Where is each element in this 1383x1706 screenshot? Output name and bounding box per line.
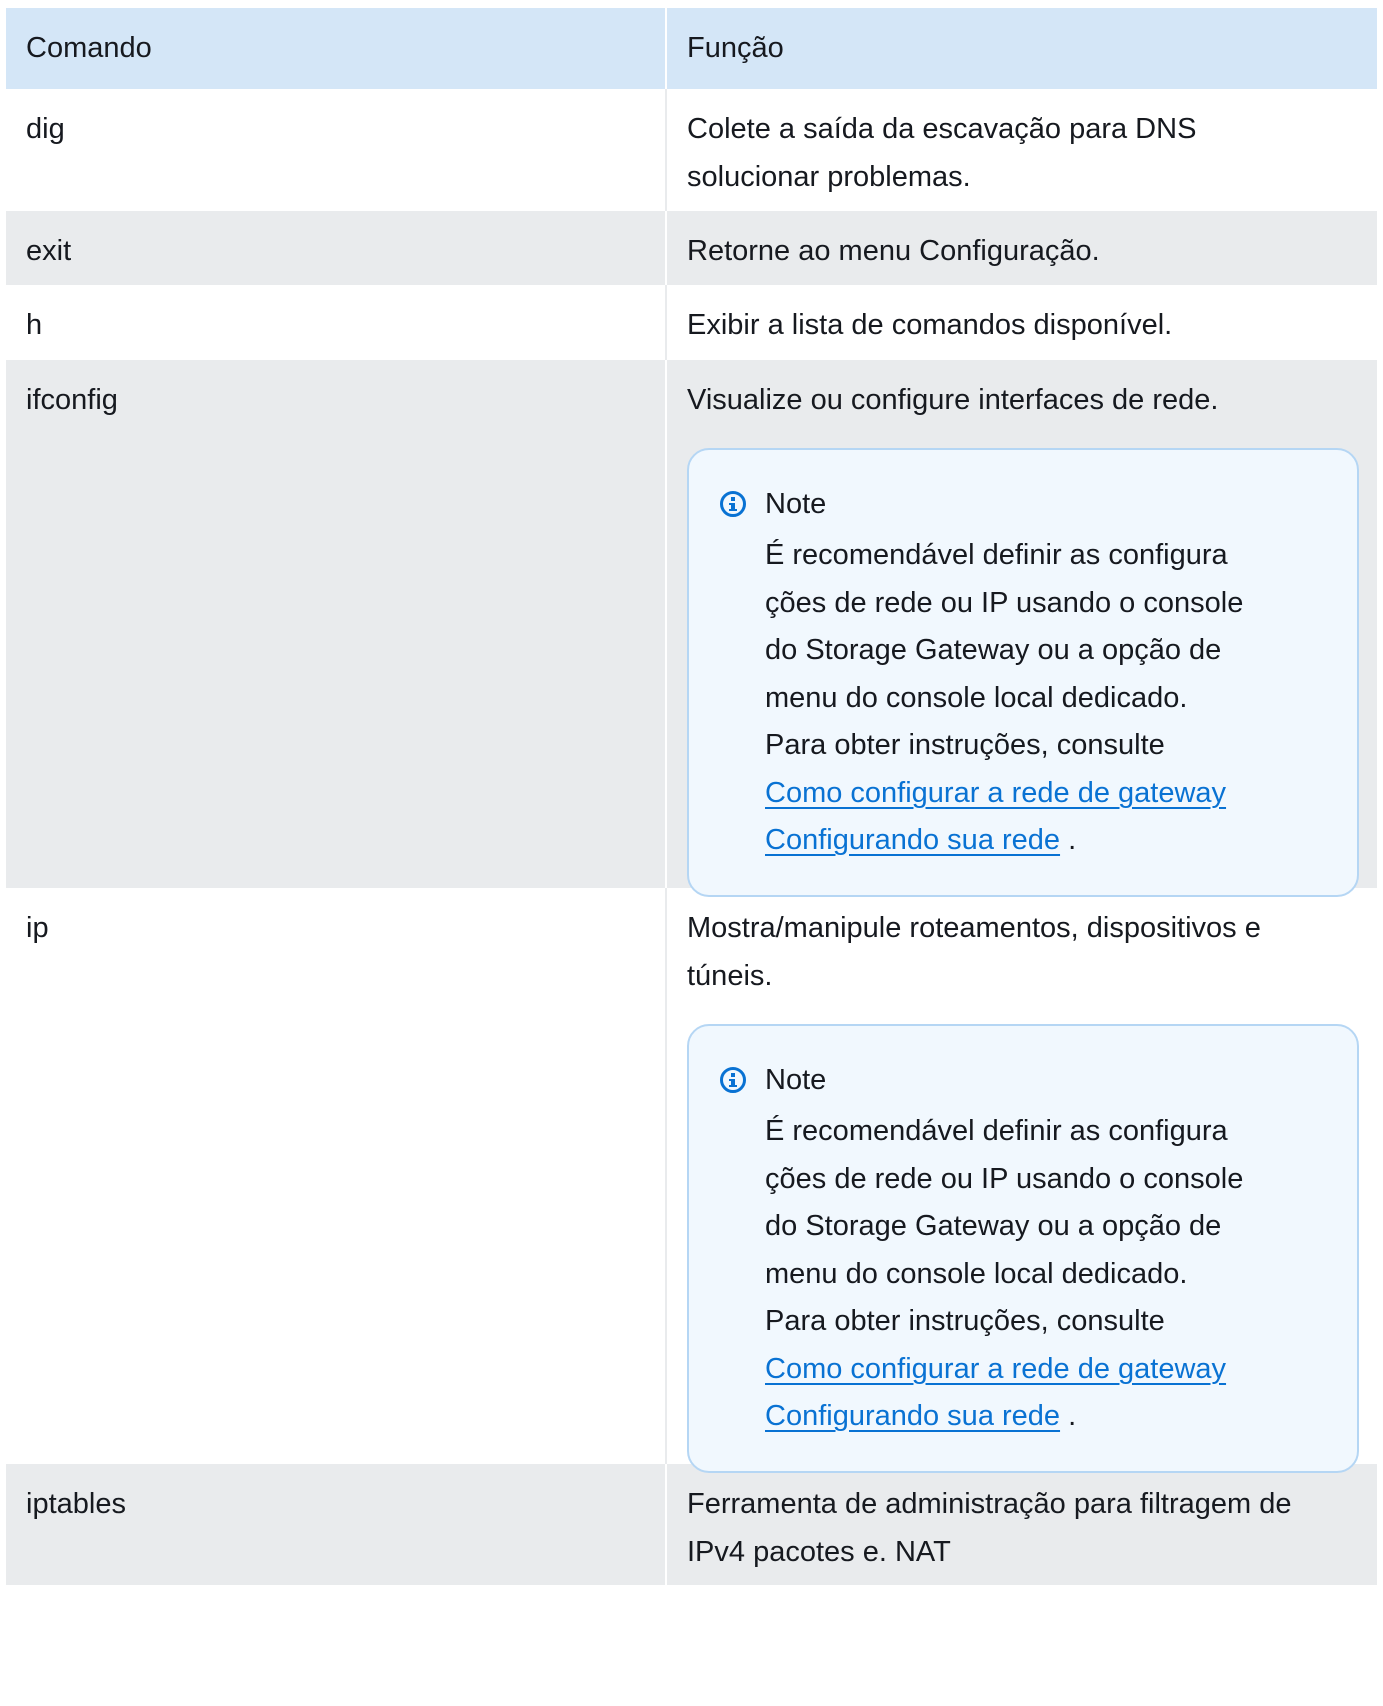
- table-row: ifconfig Visualize ou configure interface…: [6, 360, 1377, 897]
- command-cell: exit: [6, 211, 665, 285]
- function-cell: Exibir a lista de comandos disponível.: [665, 285, 1377, 360]
- configure-network-link[interactable]: Configurando sua rede: [765, 824, 1060, 856]
- note-body: É recomendável definir as configura ções …: [765, 532, 1329, 865]
- note-text-line: menu do console local dedicado.: [765, 1257, 1188, 1290]
- note-body: É recomendável definir as configura ções …: [765, 1108, 1329, 1441]
- note-link-line: Como configurar a rede de gateway: [765, 770, 1329, 818]
- function-text-line: túneis.: [687, 960, 773, 992]
- table-row: h Exibir a lista de comandos disponível.: [6, 285, 1377, 360]
- command-cell: iptables: [6, 1464, 665, 1585]
- function-cell: Ferramenta de administração para filtrag…: [665, 1464, 1377, 1585]
- note-text-line: do Storage Gateway ou a opção de: [765, 634, 1222, 666]
- gateway-network-link[interactable]: Como configurar a rede de gateway: [765, 1353, 1226, 1385]
- function-text-line: Visualize ou configure interfaces de red…: [687, 384, 1219, 416]
- function-text-line: Retorne ao menu Configuração.: [687, 235, 1100, 267]
- configure-network-link[interactable]: Configurando sua rede: [765, 1400, 1060, 1432]
- note-text-line: do Storage Gateway ou a opção de: [765, 1210, 1222, 1242]
- note-header: Note: [719, 482, 1329, 526]
- command-cell: dig: [6, 89, 665, 211]
- table-header-row: Comando Função: [6, 8, 1377, 89]
- note-title: Note: [765, 1064, 827, 1096]
- function-text-line: Exibir a lista de comandos disponível.: [687, 309, 1173, 341]
- column-header-command: Comando: [6, 8, 665, 89]
- commands-table: Comando Função dig Colete a saída da esca…: [6, 8, 1377, 1585]
- function-text-line: Ferramenta de administração para filtrag…: [687, 1488, 1292, 1520]
- gateway-network-link[interactable]: Como configurar a rede de gateway: [765, 777, 1226, 809]
- table-row: ip Mostra/manipule roteamentos, dispositi…: [6, 888, 1377, 1473]
- table-row: dig Colete a saída da escavação para DNS s…: [6, 89, 1377, 211]
- note-callout: Note É recomendável definir as configura ç…: [687, 448, 1359, 897]
- note-link-line: Configurando sua rede .: [765, 1393, 1329, 1441]
- table-row: exit Retorne ao menu Configuração.: [6, 211, 1377, 285]
- function-cell: Retorne ao menu Configuração.: [665, 211, 1377, 285]
- note-text-line: ções de rede ou IP usando o console: [765, 1162, 1244, 1195]
- info-circle-icon: [720, 1067, 746, 1093]
- note-header: Note: [719, 1058, 1329, 1102]
- note-text-line: É recomendável definir as configura: [765, 1115, 1228, 1147]
- function-text-line: solucionar problemas.: [687, 161, 971, 193]
- function-cell: Colete a saída da escavação para DNS solu…: [665, 89, 1377, 211]
- note-link-line: Configurando sua rede .: [765, 817, 1329, 865]
- function-cell: Mostra/manipule roteamentos, dispositivo…: [665, 888, 1377, 1473]
- note-text-line: menu do console local dedicado.: [765, 681, 1188, 714]
- note-text-line: ções de rede ou IP usando o console: [765, 586, 1244, 619]
- note-title: Note: [765, 488, 827, 520]
- command-cell: h: [6, 285, 665, 360]
- note-text-line: Para obter instruções, consulte: [765, 1305, 1165, 1337]
- command-cell: ip: [6, 888, 665, 1464]
- column-header-function: Função: [665, 8, 1377, 89]
- function-text-line: Colete a saída da escavação para DNS: [687, 113, 1197, 145]
- note-callout: Note É recomendável definir as configura ç…: [687, 1024, 1359, 1473]
- note-link-line: Como configurar a rede de gateway: [765, 1346, 1329, 1394]
- note-tail-text: .: [1060, 824, 1077, 856]
- command-cell: ifconfig: [6, 360, 665, 888]
- function-text-line: IPv4 pacotes e. NAT: [687, 1536, 951, 1568]
- note-text-line: É recomendável definir as configura: [765, 539, 1228, 571]
- note-tail-text: .: [1060, 1400, 1077, 1432]
- note-text-line: Para obter instruções, consulte: [765, 729, 1165, 761]
- table-row: iptables Ferramenta de administração para…: [6, 1464, 1377, 1585]
- function-text-line: Mostra/manipule roteamentos, dispositivo…: [687, 912, 1261, 944]
- function-cell: Visualize ou configure interfaces de red…: [665, 360, 1377, 897]
- info-circle-icon: [720, 491, 746, 517]
